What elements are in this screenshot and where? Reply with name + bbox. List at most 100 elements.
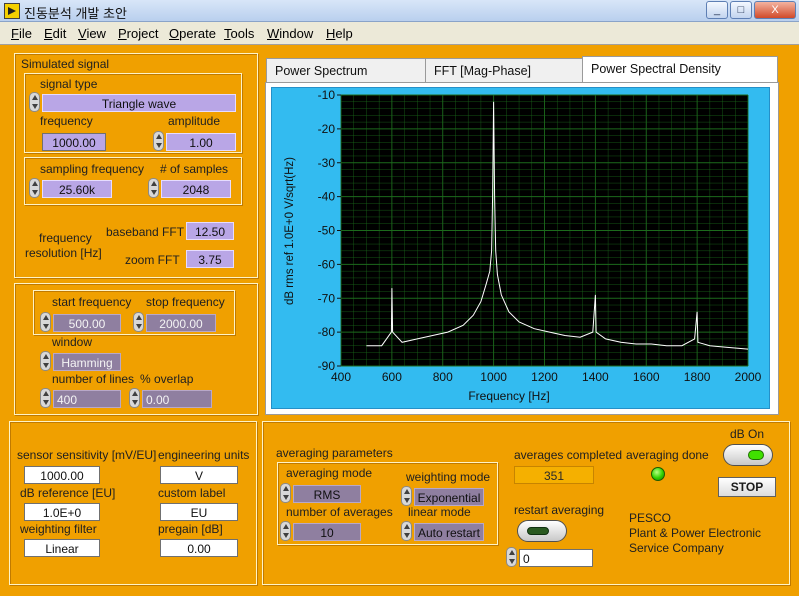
amplitude-stepper[interactable] xyxy=(153,131,164,151)
amplitude-input[interactable]: 1.00 xyxy=(166,133,236,151)
restart-averaging-indicator xyxy=(527,527,549,535)
restart-averaging-button[interactable] xyxy=(517,520,567,542)
maximize-button[interactable]: □ xyxy=(730,1,752,19)
tab-fft-mag-phase[interactable]: FFT [Mag-Phase] xyxy=(425,58,583,83)
number-of-averages-stepper[interactable] xyxy=(280,521,291,541)
averaging-mode-select[interactable]: RMS xyxy=(293,485,361,503)
y-tick-label: -10 xyxy=(318,88,336,102)
weighting-filter-label: weighting filter xyxy=(20,522,97,536)
x-tick-label: 1000 xyxy=(480,370,507,384)
sensor-sensitivity-input[interactable]: 1000.00 xyxy=(24,466,100,484)
baseband-fft-value: 12.50 xyxy=(186,222,234,240)
stop-frequency-label: stop frequency xyxy=(146,295,225,309)
tab-power-spectral-density[interactable]: Power Spectral Density xyxy=(582,56,778,83)
averages-completed-value: 351 xyxy=(514,466,594,484)
y-tick-label: -30 xyxy=(318,156,336,170)
number-of-averages-label: number of averages xyxy=(286,505,393,519)
start-frequency-input[interactable]: 500.00 xyxy=(53,314,121,332)
x-axis-label: Frequency [Hz] xyxy=(468,389,549,403)
signal-type-select[interactable]: Triangle wave xyxy=(42,94,236,112)
averaging-parameters-title: averaging parameters xyxy=(276,446,393,460)
db-on-toggle[interactable] xyxy=(723,444,773,466)
number-of-lines-stepper[interactable] xyxy=(40,388,51,408)
weighting-filter-select[interactable]: Linear xyxy=(24,539,100,557)
weighting-mode-select[interactable]: Exponential xyxy=(414,488,484,506)
stop-frequency-input[interactable]: 2000.00 xyxy=(146,314,216,332)
averages-completed-label: averages completed xyxy=(514,448,623,462)
averaging-mode-label: averaging mode xyxy=(286,466,373,480)
overlap-stepper[interactable] xyxy=(129,388,140,408)
frequency-input[interactable]: 1000.00 xyxy=(42,133,106,151)
linear-mode-select[interactable]: Auto restart xyxy=(414,523,484,541)
averaging-done-led xyxy=(651,467,665,481)
y-tick-label: -50 xyxy=(318,224,336,238)
averaging-done-label: averaging done xyxy=(626,448,709,462)
db-on-label: dB On xyxy=(730,427,765,441)
linear-mode-stepper[interactable] xyxy=(401,521,412,541)
overlap-input[interactable]: 0.00 xyxy=(142,390,212,408)
frequency-label: frequency xyxy=(40,114,93,128)
company-line-2: Plant & Power Electronic xyxy=(629,526,762,540)
x-tick-label: 1400 xyxy=(582,370,609,384)
menu-help[interactable]: Help xyxy=(326,26,353,41)
menu-window[interactable]: Window xyxy=(267,26,313,41)
window-title: 진동분석 개발 초안 xyxy=(24,6,127,21)
pregain-label: pregain [dB] xyxy=(158,522,223,536)
samples-stepper[interactable] xyxy=(148,178,159,198)
resolution-label-1: frequency xyxy=(39,231,92,245)
x-tick-label: 1200 xyxy=(531,370,558,384)
signal-type-stepper[interactable] xyxy=(29,92,40,112)
x-tick-labels: 400 600 800 1000 1200 1400 1600 1800 2000 xyxy=(331,370,762,384)
x-tick-label: 800 xyxy=(433,370,453,384)
pregain-input[interactable]: 0.00 xyxy=(160,539,238,557)
baseband-fft-label: baseband FFT xyxy=(106,225,185,239)
menu-file[interactable]: File xyxy=(11,26,32,41)
restart-value-input[interactable]: 0 xyxy=(519,549,593,567)
menu-project[interactable]: Project xyxy=(118,26,158,41)
menu-operate[interactable]: Operate xyxy=(169,26,216,41)
window-stepper[interactable] xyxy=(40,351,51,371)
x-tick-label: 600 xyxy=(382,370,402,384)
y-tick-label: -20 xyxy=(318,122,336,136)
sensor-sensitivity-label: sensor sensitivity [mV/EU] xyxy=(17,448,157,462)
db-reference-input[interactable]: 1.0E+0 xyxy=(24,503,100,521)
minimize-button[interactable]: _ xyxy=(706,1,728,19)
tab-power-spectrum[interactable]: Power Spectrum xyxy=(266,58,426,83)
menu-tools[interactable]: Tools xyxy=(224,26,254,41)
sampling-frequency-stepper[interactable] xyxy=(29,178,40,198)
overlap-label: % overlap xyxy=(140,372,194,386)
x-tick-label: 1800 xyxy=(684,370,711,384)
company-line-1: PESCO xyxy=(629,511,672,525)
sampling-frequency-input[interactable]: 25.60k xyxy=(42,180,112,198)
samples-input[interactable]: 2048 xyxy=(161,180,231,198)
y-tick-label: -40 xyxy=(318,190,336,204)
title-bar: 진동분석 개발 초안 _ □ X xyxy=(0,0,799,22)
number-of-averages-input[interactable]: 10 xyxy=(293,523,361,541)
close-button[interactable]: X xyxy=(754,1,796,19)
menu-edit[interactable]: Edit xyxy=(44,26,66,41)
start-frequency-stepper[interactable] xyxy=(40,312,51,332)
window-select[interactable]: Hamming xyxy=(53,353,121,371)
signal-type-label: signal type xyxy=(40,77,98,91)
menu-view[interactable]: View xyxy=(78,26,106,41)
y-tick-label: -70 xyxy=(318,291,336,305)
resolution-label-2: resolution [Hz] xyxy=(25,246,102,260)
custom-label-input[interactable]: EU xyxy=(160,503,238,521)
grid xyxy=(340,94,749,367)
weighting-mode-stepper[interactable] xyxy=(401,486,412,506)
stop-frequency-stepper[interactable] xyxy=(133,312,144,332)
x-tick-label: 2000 xyxy=(735,370,762,384)
engineering-units-label: engineering units xyxy=(158,448,250,462)
restart-value-stepper[interactable] xyxy=(506,547,517,567)
averaging-mode-stepper[interactable] xyxy=(280,483,291,503)
db-reference-label: dB reference [EU] xyxy=(20,486,116,500)
y-tick-label: -80 xyxy=(318,325,336,339)
stop-button[interactable]: STOP xyxy=(718,477,776,497)
zoom-fft-value: 3.75 xyxy=(186,250,234,268)
linear-mode-label: linear mode xyxy=(408,505,471,519)
custom-label-label: custom label xyxy=(158,486,226,500)
engineering-units-input[interactable]: V xyxy=(160,466,238,484)
y-tick-labels: -10-20-30-40-50-60-70-80-90 xyxy=(318,88,341,373)
number-of-lines-input[interactable]: 400 xyxy=(53,390,121,408)
restart-averaging-label: restart averaging xyxy=(514,503,605,517)
